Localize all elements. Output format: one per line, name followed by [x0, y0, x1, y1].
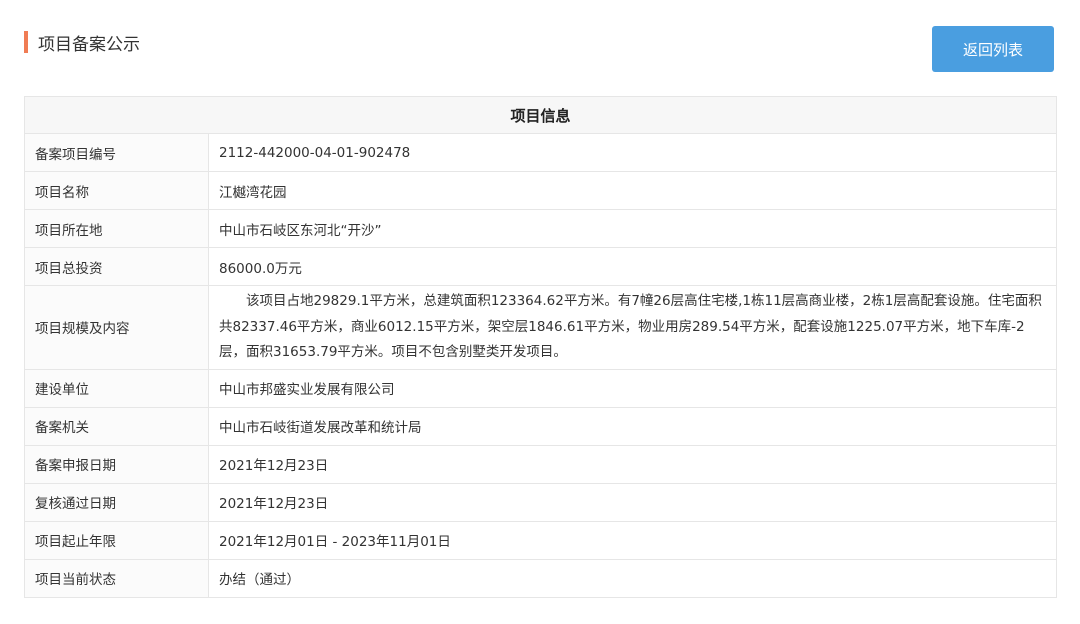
table-row: 项目规模及内容 该项目占地29829.1平方米，总建筑面积123364.62平方… — [24, 285, 1058, 370]
row-value: 该项目占地29829.1平方米，总建筑面积123364.62平方米。有7幢26层… — [207, 285, 1058, 370]
row-label: 建设单位 — [24, 368, 209, 408]
table-row: 复核通过日期 2021年12月23日 — [24, 482, 1058, 522]
row-value: 中山市邦盛实业发展有限公司 — [207, 368, 1058, 408]
table-row: 备案申报日期 2021年12月23日 — [24, 444, 1058, 484]
table-heading-row: 项目信息 — [23, 96, 1058, 134]
row-value: 2112-442000-04-01-902478 — [207, 133, 1058, 172]
row-label: 项目规模及内容 — [24, 285, 209, 370]
title-accent-bar — [24, 31, 28, 53]
table-row: 项目所在地 中山市石岐区东河北“开沙” — [24, 209, 1058, 248]
row-value: 中山市石岐街道发展改革和统计局 — [207, 406, 1058, 446]
row-value: 中山市石岐区东河北“开沙” — [207, 209, 1058, 248]
table-row: 项目名称 江樾湾花园 — [24, 171, 1058, 210]
table-row: 项目总投资 86000.0万元 — [24, 247, 1058, 286]
row-value: 办结（通过） — [207, 558, 1058, 598]
table-row: 建设单位 中山市邦盛实业发展有限公司 — [24, 368, 1058, 408]
row-value: 2021年12月01日 - 2023年11月01日 — [207, 520, 1058, 560]
row-label: 项目起止年限 — [24, 520, 209, 560]
row-value: 2021年12月23日 — [207, 482, 1058, 522]
project-info-table: 项目信息 备案项目编号 2112-442000-04-01-902478 项目名… — [23, 96, 1058, 598]
row-label: 项目名称 — [24, 171, 209, 210]
row-label: 备案申报日期 — [24, 444, 209, 484]
row-label: 项目所在地 — [24, 209, 209, 248]
row-value: 2021年12月23日 — [207, 444, 1058, 484]
page-title: 项目备案公示 — [38, 34, 140, 55]
table-row: 项目当前状态 办结（通过） — [24, 558, 1058, 598]
row-label: 项目总投资 — [24, 247, 209, 286]
page-header: 项目备案公示 — [24, 26, 140, 58]
row-value: 86000.0万元 — [207, 247, 1058, 286]
row-label: 备案项目编号 — [24, 133, 209, 172]
table-row: 备案机关 中山市石岐街道发展改革和统计局 — [24, 406, 1058, 446]
row-value: 江樾湾花园 — [207, 171, 1058, 210]
row-label: 项目当前状态 — [24, 558, 209, 598]
table-heading: 项目信息 — [23, 96, 1058, 134]
row-label: 复核通过日期 — [24, 482, 209, 522]
table-row: 项目起止年限 2021年12月01日 - 2023年11月01日 — [24, 520, 1058, 560]
back-to-list-button[interactable]: 返回列表 — [932, 26, 1054, 72]
table-row: 备案项目编号 2112-442000-04-01-902478 — [24, 133, 1058, 172]
row-label: 备案机关 — [24, 406, 209, 446]
